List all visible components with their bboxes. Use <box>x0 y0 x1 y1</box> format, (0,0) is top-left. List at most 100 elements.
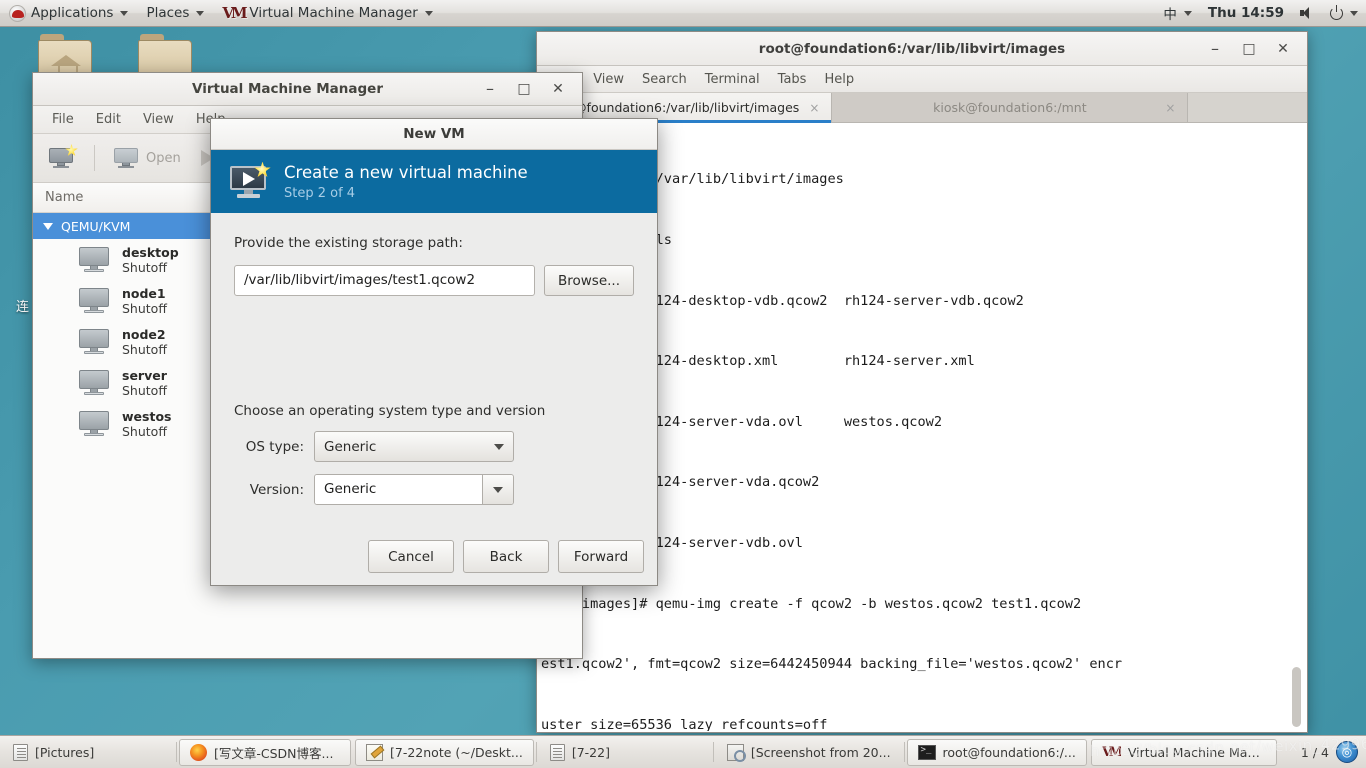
back-button[interactable]: Back <box>463 540 549 573</box>
cancel-button[interactable]: Cancel <box>368 540 454 573</box>
menu-terminal[interactable]: Terminal <box>696 66 769 93</box>
chevron-down-icon <box>494 443 504 450</box>
dialog-button-row: Cancel Back Forward <box>368 540 644 573</box>
menu-view[interactable]: View <box>132 106 185 134</box>
version-value[interactable]: Generic <box>315 475 482 504</box>
toolbar-separator <box>94 145 95 171</box>
version-select[interactable]: Generic <box>314 474 514 505</box>
close-button[interactable]: ✕ <box>1275 41 1291 57</box>
os-type-select[interactable]: Generic <box>314 431 514 462</box>
os-type-row: OS type: Generic <box>234 431 636 462</box>
minimize-button[interactable]: – <box>1207 40 1223 57</box>
os-section: Choose an operating system type and vers… <box>234 403 636 505</box>
taskbar-item-screenshot[interactable]: [Screenshot from 20... <box>716 739 902 766</box>
menu-search[interactable]: Search <box>633 66 696 93</box>
minimize-button[interactable]: – <box>482 81 498 97</box>
taskbar-item-terminal[interactable]: root@foundation6:/... <box>906 738 1087 766</box>
panel-status-area: 中 Thu 14:59 <box>1155 0 1366 27</box>
system-menu[interactable] <box>1292 0 1366 27</box>
chevron-down-icon <box>1350 10 1358 16</box>
speaker-muted-icon <box>1300 6 1317 20</box>
terminal-scrollbar-thumb[interactable] <box>1292 667 1301 727</box>
version-label: Version: <box>249 481 304 498</box>
tab-label: kiosk@foundation6:/mnt <box>933 100 1087 115</box>
close-button[interactable]: ✕ <box>550 81 566 97</box>
workspace-label: 1 / 4 <box>1300 744 1329 760</box>
vm-icon <box>79 288 111 313</box>
vm-name: westos <box>122 408 172 424</box>
taskbar-label: [Screenshot from 20... <box>750 744 891 760</box>
maximize-button[interactable]: □ <box>516 81 532 97</box>
tab-close-icon[interactable]: × <box>1165 101 1175 115</box>
dialog-titlebar[interactable]: New VM <box>211 119 657 150</box>
storage-path-row: /var/lib/libvirt/images/test1.qcow2 Brow… <box>234 265 634 296</box>
vm-name: node2 <box>122 326 166 342</box>
forward-button[interactable]: Forward <box>558 540 644 573</box>
vm-state: Shutoff <box>122 423 167 439</box>
terminal-titlebar[interactable]: root@foundation6:/var/lib/libvirt/images… <box>537 32 1307 66</box>
vm-icon <box>79 411 111 436</box>
places-menu[interactable]: Places <box>137 0 213 27</box>
new-vm-button[interactable] <box>43 144 81 171</box>
input-method-indicator[interactable]: 中 <box>1155 0 1200 27</box>
vm-state: Shutoff <box>122 300 167 316</box>
terminal-line: uster_size=65536 lazy_refcounts=off <box>541 716 828 731</box>
menu-edit[interactable]: Edit <box>85 106 132 134</box>
desktop-screen: 连 root@foundation6:/var/lib/libvirt/imag… <box>0 0 1366 768</box>
applications-menu[interactable]: Applications <box>0 0 137 27</box>
gnome-top-panel: Applications Places VM Virtual Machine M… <box>0 0 1366 27</box>
firefox-icon <box>190 743 207 761</box>
taskbar-item-note[interactable]: [7-22note (~/Deskt... <box>355 738 534 766</box>
terminal-scrollbar-trough[interactable] <box>1292 123 1304 731</box>
taskbar-label: [7-22note (~/Deskt... <box>390 744 523 760</box>
version-dropdown-button[interactable] <box>482 475 513 504</box>
vm-name: desktop <box>122 244 179 260</box>
maximize-button[interactable]: □ <box>1241 41 1257 57</box>
open-button[interactable]: Open <box>108 145 187 171</box>
power-icon <box>1330 4 1343 20</box>
terminal-window-controls: – □ ✕ <box>1207 40 1307 57</box>
menu-help[interactable]: Help <box>815 66 863 93</box>
workspace-orb-icon[interactable]: ◎ <box>1336 741 1358 763</box>
clock-label: Thu 14:59 <box>1207 5 1284 21</box>
taskbar-label: root@foundation6:/... <box>942 744 1076 760</box>
taskbar-separator <box>535 742 537 762</box>
menu-view[interactable]: View <box>584 66 633 93</box>
tab-close-icon[interactable]: × <box>809 101 819 115</box>
vmm-window-controls: – □ ✕ <box>482 81 582 97</box>
menu-tabs[interactable]: Tabs <box>769 66 816 93</box>
connection-label: QEMU/KVM <box>61 218 131 234</box>
taskbar-item-firefox[interactable]: [写文章-CSDN博客... <box>179 738 351 766</box>
vm-state: Shutoff <box>122 341 167 357</box>
workspace-switcher[interactable]: 1 / 4 ◎ <box>1301 741 1366 763</box>
new-vm-icon <box>49 144 78 168</box>
vm-icon <box>79 370 111 395</box>
terminal-tab-mnt[interactable]: kiosk@foundation6:/mnt × <box>832 93 1189 122</box>
taskbar-separator <box>712 742 714 762</box>
taskbar-label: [写文章-CSDN博客... <box>214 745 334 761</box>
terminal-line: est1.qcow2', fmt=qcow2 size=6442450944 b… <box>541 656 1123 673</box>
browse-button[interactable]: Browse... <box>543 265 634 296</box>
vm-name: node1 <box>122 285 166 301</box>
new-vm-dialog[interactable]: New VM Create a new virtual machine Step… <box>210 118 658 586</box>
expander-open-icon[interactable] <box>43 222 53 230</box>
taskbar-separator <box>903 742 905 762</box>
clock[interactable]: Thu 14:59 <box>1200 0 1292 27</box>
input-method-label: 中 <box>1163 7 1177 23</box>
active-app-label: Virtual Machine Manager <box>249 5 418 21</box>
image-viewer-icon <box>726 743 746 762</box>
active-app-menu[interactable]: VM Virtual Machine Manager <box>213 0 441 27</box>
storage-path-label: Provide the existing storage path: <box>234 235 463 251</box>
taskbar-item-vmm[interactable]: VM Virtual Machine Man... <box>1090 738 1277 766</box>
taskbar-item-pictures[interactable]: [Pictures] <box>2 739 174 766</box>
os-type-value: Generic <box>324 438 377 455</box>
vmm-titlebar[interactable]: Virtual Machine Manager – □ ✕ <box>33 73 582 106</box>
storage-path-input[interactable]: /var/lib/libvirt/images/test1.qcow2 <box>234 265 535 296</box>
taskbar-item-7-22[interactable]: [7-22] <box>539 739 711 766</box>
redhat-logo-icon <box>9 4 26 22</box>
text-editor-icon <box>366 743 383 761</box>
dialog-step-indicator: Step 2 of 4 <box>284 185 356 201</box>
taskbar-separator <box>176 742 177 762</box>
menu-file[interactable]: File <box>41 106 85 134</box>
vmm-icon: VM <box>222 3 247 22</box>
